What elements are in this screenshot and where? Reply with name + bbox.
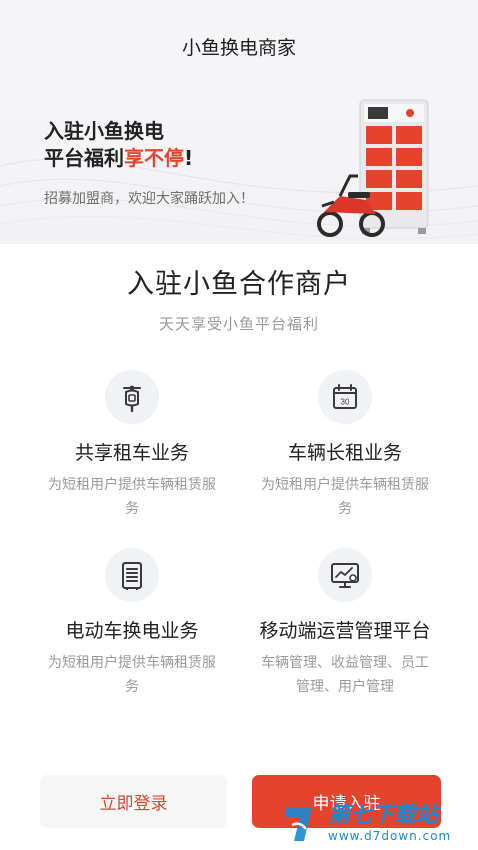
battery-cabinet-scooter-illustration — [317, 99, 429, 237]
feature-icon-wrap — [318, 548, 372, 602]
feature-icon-wrap — [105, 370, 159, 424]
site-watermark: 第七下载站 www.d7down.com — [282, 796, 478, 850]
feature-mobile-management: 移动端运营管理平台 车辆管理、收益管理、员工管理、用户管理 — [240, 548, 450, 699]
calendar-icon: 30 — [333, 384, 357, 409]
feature-battery-swap: 电动车换电业务 为短租用户提供车辆租赁服务 — [27, 548, 237, 699]
intro-subtitle: 天天享受小鱼平台福利 — [158, 315, 319, 333]
scooter-icon — [123, 385, 141, 413]
banner-subheadline: 平台福利享不停! — [44, 145, 193, 172]
banner-tagline: 招募加盟商，欢迎大家踊跃加入！ — [44, 191, 254, 207]
feature-name: 车辆长租业务 — [287, 442, 402, 464]
intro-title: 入驻小鱼合作商户 — [127, 269, 351, 300]
watermark-main: 第七下载站 — [328, 803, 439, 828]
watermark-url: www.d7down.com — [328, 829, 452, 843]
page-title: 小鱼换电商家 — [181, 36, 296, 59]
login-button[interactable]: 立即登录 — [40, 775, 227, 828]
watermark-text: 第七下载站 www.d7down.com — [328, 803, 451, 843]
app-header: 小鱼换电商家 — [0, 0, 478, 96]
calendar-day-text: 30 — [341, 398, 350, 407]
battery-cabinet-icon — [122, 562, 142, 590]
promo-banner: 入驻小鱼换电 平台福利享不停! 招募加盟商，欢迎大家踊跃加入！ — [0, 96, 478, 244]
intro-section: 入驻小鱼合作商户 天天享受小鱼平台福利 — [0, 262, 478, 334]
banner-highlight: 享不停 — [124, 146, 184, 170]
feature-name: 电动车换电业务 — [65, 620, 199, 642]
feature-long-term-rental: 30 车辆长租业务 为短租用户提供车辆租赁服务 — [240, 370, 450, 521]
feature-description: 为短租用户提供车辆租赁服务 — [48, 655, 216, 695]
banner-subheadline-suffix: ! — [184, 146, 194, 170]
banner-headline: 入驻小鱼换电 — [44, 119, 164, 143]
feature-name: 移动端运营管理平台 — [259, 620, 431, 642]
watermark-logo-icon — [286, 807, 312, 841]
banner-subheadline-prefix: 平台福利 — [44, 146, 124, 170]
feature-shared-rental: 共享租车业务 为短租用户提供车辆租赁服务 — [27, 370, 237, 521]
feature-description: 车辆管理、收益管理、员工管理、用户管理 — [261, 655, 429, 695]
feature-name: 共享租车业务 — [74, 442, 189, 464]
feature-description: 为短租用户提供车辆租赁服务 — [48, 477, 216, 517]
feature-icon-wrap — [105, 548, 159, 602]
feature-icon-wrap: 30 — [318, 370, 372, 424]
feature-description: 为短租用户提供车辆租赁服务 — [261, 477, 429, 517]
monitor-chart-icon — [331, 563, 359, 588]
